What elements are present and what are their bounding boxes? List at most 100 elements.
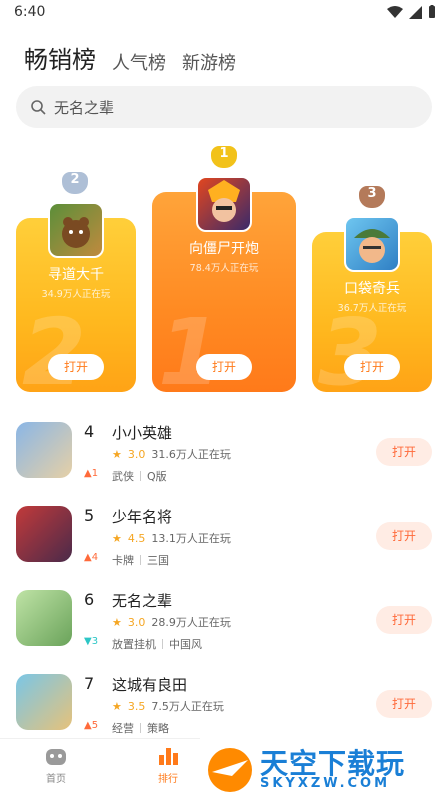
tag: 放置挂机 (112, 638, 156, 651)
rating: 4.5 (127, 531, 146, 545)
open-button[interactable]: 打开 (344, 354, 400, 380)
battery-icon (429, 5, 435, 18)
trend-up-indicator: ▲1 (84, 468, 99, 479)
nav-ranking-label: 排行 (158, 774, 178, 785)
trend-value: 3 (91, 636, 99, 647)
star-icon: ★ (112, 447, 122, 461)
status-icons (387, 5, 436, 19)
tag: 武侠 (112, 470, 134, 483)
game-meta: ★ 3.5 7.5万人正在玩 (112, 698, 224, 714)
game-tags: 放置挂机 中国风 (112, 636, 202, 652)
game-icon[interactable] (16, 506, 72, 562)
status-time: 6:40 (14, 4, 46, 20)
home-icon (46, 749, 66, 765)
tag: 策略 (147, 722, 169, 735)
open-button[interactable]: 打开 (376, 606, 432, 634)
bear-art-icon (62, 217, 90, 248)
open-button[interactable]: 打开 (376, 522, 432, 550)
warrior-art-icon (208, 180, 240, 222)
search-icon (31, 100, 46, 115)
rating: 3.0 (127, 615, 146, 629)
trend-down-indicator: ▼3 (84, 636, 99, 647)
rank-badge-3-text: 3 (367, 186, 377, 201)
game-name: 向僵尸开炮 (189, 241, 259, 257)
list-item[interactable]: 4 ▲1 小小英雄 ★ 3.0 31.6万人正在玩 武侠 Q版 打开 (0, 410, 448, 494)
game-players: 78.4万人正在玩 (189, 263, 259, 274)
players-count: 31.6万人正在玩 (151, 448, 231, 461)
ranking-icon (159, 748, 178, 765)
star-icon: ★ (112, 615, 122, 629)
status-bar: 6:40 (0, 0, 448, 26)
tag: 经营 (112, 722, 134, 735)
tab-new-games[interactable]: 新游榜 (182, 49, 236, 75)
trend-up-indicator: ▲5 (84, 720, 99, 731)
game-tags: 经营 策略 (112, 720, 169, 736)
rank-number: 6 (84, 590, 95, 609)
rank-badge-1: 1 (211, 146, 237, 168)
game-title: 少年名将 (112, 508, 173, 526)
nav-ranking[interactable]: 排行 (128, 745, 208, 785)
tag: 卡牌 (112, 554, 134, 567)
game-icon-3[interactable] (344, 216, 400, 272)
plane-logo-icon (208, 748, 252, 792)
game-icon[interactable] (16, 422, 72, 478)
search-bar[interactable]: 无名之辈 (16, 86, 432, 128)
open-button[interactable]: 打开 (196, 354, 252, 380)
tag: Q版 (147, 470, 167, 483)
wifi-icon (387, 5, 403, 18)
game-tags: 卡牌 三国 (112, 552, 169, 568)
soldier-art-icon (354, 229, 390, 263)
tab-bestseller[interactable]: 畅销榜 (24, 40, 96, 75)
tag-divider (140, 555, 141, 565)
rank-number: 7 (84, 674, 95, 693)
game-icon[interactable] (16, 674, 72, 730)
game-title: 无名之辈 (112, 592, 173, 610)
game-icon-1[interactable] (196, 176, 252, 232)
game-icon[interactable] (16, 590, 72, 646)
trend-up-indicator: ▲4 (84, 552, 99, 563)
game-name: 寻道大千 (48, 267, 104, 283)
tag-divider (140, 471, 141, 481)
trend-value: 5 (91, 720, 99, 731)
list-item[interactable]: 6 ▼3 无名之辈 ★ 3.0 28.9万人正在玩 放置挂机 中国风 打开 (0, 578, 448, 662)
game-meta: ★ 4.5 13.1万人正在玩 (112, 530, 231, 546)
rank-badge-3: 3 (359, 186, 385, 208)
signal-icon (409, 5, 422, 19)
rank-badge-1-text: 1 (219, 146, 229, 161)
site-watermark: 天空下载玩 SKYXZW.COM (200, 738, 448, 798)
search-placeholder: 无名之辈 (54, 98, 115, 117)
watermark-url: SKYXZW.COM (260, 776, 391, 791)
tag-divider (162, 639, 163, 649)
star-icon: ★ (112, 531, 122, 545)
game-meta: ★ 3.0 28.9万人正在玩 (112, 614, 231, 630)
players-count: 13.1万人正在玩 (151, 532, 231, 545)
game-icon-2[interactable] (48, 202, 104, 258)
nav-home[interactable]: 首页 (16, 745, 96, 785)
rank-number: 4 (84, 422, 95, 441)
game-players: 36.7万人正在玩 (337, 303, 407, 314)
game-tags: 武侠 Q版 (112, 468, 167, 484)
game-players: 34.9万人正在玩 (41, 289, 111, 300)
rating: 3.5 (127, 699, 146, 713)
tag-divider (140, 723, 141, 733)
tag: 中国风 (169, 638, 202, 651)
open-button[interactable]: 打开 (376, 438, 432, 466)
game-title: 这城有良田 (112, 676, 188, 694)
players-count: 28.9万人正在玩 (151, 616, 231, 629)
list-item[interactable]: 5 ▲4 少年名将 ★ 4.5 13.1万人正在玩 卡牌 三国 打开 (0, 494, 448, 578)
tab-popular[interactable]: 人气榜 (112, 49, 166, 75)
open-button[interactable]: 打开 (376, 690, 432, 718)
game-title: 小小英雄 (112, 424, 173, 442)
star-icon: ★ (112, 699, 122, 713)
open-button[interactable]: 打开 (48, 354, 104, 380)
list-item[interactable]: 7 ▲5 这城有良田 ★ 3.5 7.5万人正在玩 经营 策略 打开 (0, 662, 448, 746)
tag: 三国 (147, 554, 169, 567)
trend-value: 4 (91, 552, 99, 563)
nav-home-label: 首页 (46, 774, 66, 785)
game-meta: ★ 3.0 31.6万人正在玩 (112, 446, 231, 462)
rank-number: 5 (84, 506, 95, 525)
game-name: 口袋奇兵 (344, 281, 400, 297)
rating: 3.0 (127, 447, 146, 461)
rank-badge-2: 2 (62, 172, 88, 194)
trend-value: 1 (91, 468, 99, 479)
